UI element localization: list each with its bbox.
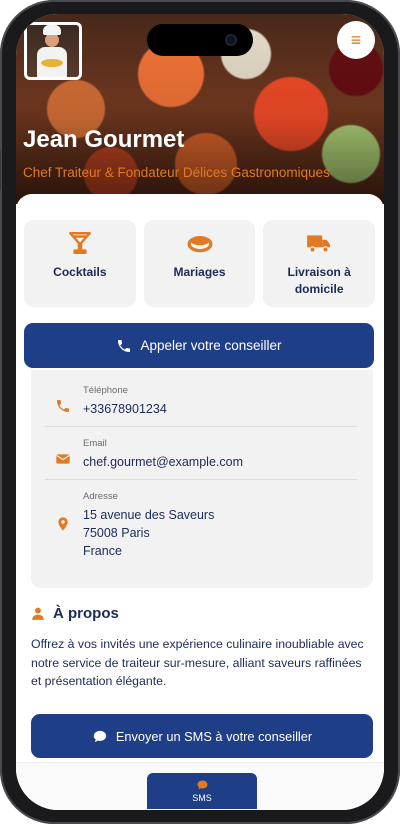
call-advisor-button[interactable]: Appeler votre conseiller — [24, 323, 374, 368]
services-list: Cocktails Mariages Livraison à domicile — [24, 220, 376, 307]
chat-icon — [197, 780, 207, 790]
chat-icon — [93, 730, 107, 742]
screen: Jean Gourmet Chef Traiteur & Fondateur D… — [16, 14, 384, 810]
contact-email[interactable]: Email chef.gourmet@example.com — [45, 433, 357, 473]
service-mariages[interactable]: Mariages — [143, 220, 256, 307]
service-label: Livraison à domicile — [287, 265, 351, 296]
ring-icon — [187, 235, 212, 253]
address-label: Adresse — [83, 491, 118, 502]
email-value: chef.gourmet@example.com — [83, 455, 243, 469]
phone-value: +33678901234 — [83, 402, 167, 416]
service-cocktails[interactable]: Cocktails — [24, 220, 136, 307]
bottom-nav: SMS — [16, 762, 384, 810]
profile-title: Chef Traiteur & Fondateur Délices Gastro… — [23, 165, 330, 180]
user-icon — [32, 607, 44, 620]
camera-icon — [225, 34, 237, 46]
address-line3: France — [83, 544, 122, 558]
email-label: Email — [83, 438, 107, 449]
address-line1: 15 avenue des Saveurs — [83, 508, 215, 522]
address-line2: 75008 Paris — [83, 526, 150, 540]
service-livraison[interactable]: Livraison à domicile — [263, 220, 376, 307]
send-sms-label: Envoyer un SMS à votre conseiller — [115, 728, 313, 744]
dynamic-island — [147, 24, 253, 56]
divider — [45, 479, 357, 480]
call-advisor-label: Appeler votre conseiller — [140, 338, 282, 353]
contact-card: Téléphone +33678901234 Email chef.gourme… — [31, 370, 373, 588]
avatar — [24, 22, 82, 80]
menu-button[interactable]: ≡ — [337, 21, 375, 59]
truck-icon — [307, 235, 331, 253]
cocktail-icon — [68, 232, 91, 254]
location-pin-icon — [58, 517, 68, 531]
phone-frame: Jean Gourmet Chef Traiteur & Fondateur D… — [0, 0, 400, 824]
send-sms-button[interactable]: Envoyer un SMS à votre conseiller — [31, 714, 373, 758]
tab-sms[interactable]: SMS — [147, 773, 257, 809]
about-title: À propos — [53, 605, 119, 622]
hamburger-icon: ≡ — [350, 29, 362, 50]
phone-icon — [118, 339, 131, 352]
service-label: Cocktails — [53, 265, 107, 279]
mail-icon — [56, 454, 70, 464]
chef-photo — [27, 25, 79, 77]
service-label: Mariages — [173, 265, 226, 279]
divider — [45, 426, 357, 427]
phone-icon — [57, 400, 69, 412]
profile-name: Jean Gourmet — [23, 126, 185, 153]
contact-phone[interactable]: Téléphone +33678901234 — [45, 380, 357, 420]
contact-address[interactable]: Adresse 15 avenue des Saveurs 75008 Pari… — [45, 486, 357, 576]
phone-label: Téléphone — [83, 385, 128, 396]
tab-sms-label: SMS — [192, 793, 212, 803]
about-heading: À propos — [31, 605, 119, 622]
main-content: Cocktails Mariages Livraison à domicile … — [16, 194, 384, 774]
about-text: Offrez à vos invités une expérience culi… — [31, 637, 364, 688]
